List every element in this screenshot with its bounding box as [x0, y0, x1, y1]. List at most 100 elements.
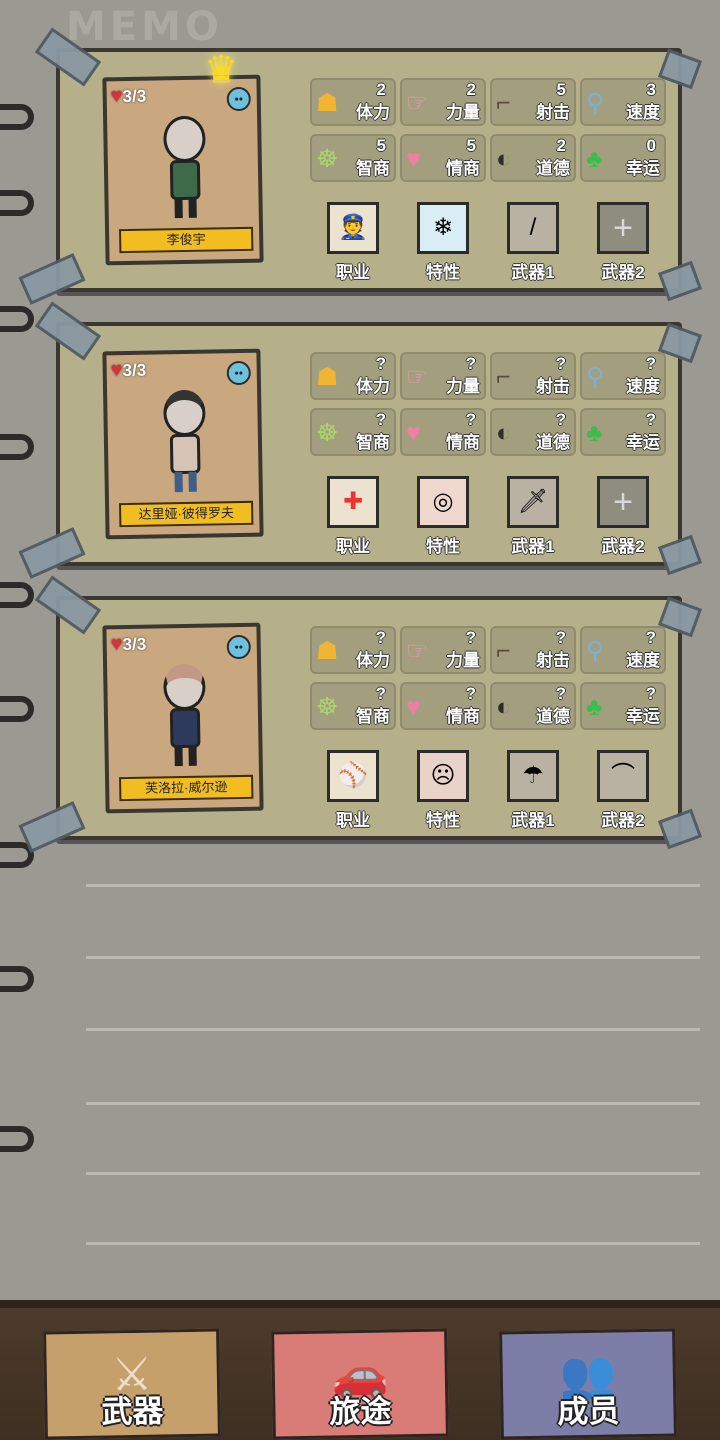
clover-icon: ♣ [586, 145, 603, 173]
memo-title: MEMO [66, 4, 223, 50]
police-officer-icon[interactable]: 👮 [327, 202, 379, 254]
pistol-icon: ⌐ [496, 89, 511, 117]
stat-morality: ◐? 道德 [490, 408, 576, 456]
ruled-line [86, 1028, 700, 1031]
heart-head-icon: ♥ [406, 419, 421, 447]
pistol-icon: ⌐ [496, 637, 511, 665]
muscle-man-icon: ☗ [316, 89, 339, 117]
stat-luck: ♣? 幸运 [580, 408, 666, 456]
stat-eq: ♥? 情商 [400, 408, 486, 456]
slot-occupation[interactable]: ✚ 职业 [310, 476, 396, 556]
umbrella-icon[interactable]: ☂ [507, 750, 559, 802]
heart-icon: ♥ [110, 359, 123, 382]
flexed-arm-icon: ☞ [406, 637, 429, 665]
nav-journey-button[interactable]: 🚗 旅途 [271, 1328, 449, 1440]
knife-icon[interactable]: 🗡 [507, 476, 559, 528]
baseball-player-icon[interactable]: ⚾ [327, 750, 379, 802]
leader-crown-icon: ♛ [203, 49, 239, 92]
ruled-line [86, 1242, 700, 1245]
ruled-line [86, 1102, 700, 1105]
half-mask-icon: ◐ [496, 693, 512, 721]
slot-weapon-2[interactable]: ⌒ 武器2 [580, 750, 666, 830]
health-indicator: ♥3/3 [111, 359, 147, 383]
slot-occupation[interactable]: 👮 职业 [310, 202, 396, 282]
winged-boot-icon: ⚲ [586, 89, 605, 117]
health-indicator: ♥3/3 [111, 633, 147, 657]
stat-speed: ⚲? 速度 [580, 626, 666, 674]
stat-speed: ⚲ 3 速度 [580, 78, 666, 126]
stat-eq: ♥ 5 情商 [400, 134, 486, 182]
frozen-person-icon[interactable]: ❄ [417, 202, 469, 254]
stat-speed: ⚲? 速度 [580, 352, 666, 400]
heart-icon: ♥ [110, 633, 123, 656]
slot-weapon-1[interactable]: ☂ 武器1 [490, 750, 576, 830]
nav-members-button[interactable]: 👥 成员 [499, 1328, 677, 1440]
stat-morality: ◐? 道德 [490, 682, 576, 730]
angry-fat-person-icon[interactable]: ☹ [417, 750, 469, 802]
ruled-line [86, 956, 700, 959]
hypnotized-person-icon[interactable]: ◎ [417, 476, 469, 528]
stat-stamina: ☗ 2 体力 [310, 78, 396, 126]
member-name: 李俊宇 [119, 226, 254, 254]
member-card[interactable]: ♥3/3 •• 芙洛拉·威尔逊 ☗? 体力 ☞? 力量 ⌐? 射击 ⚲? 速度 ☸? 智商… [18, 575, 703, 853]
add-icon[interactable]: + [597, 202, 649, 254]
ruled-line [86, 1172, 700, 1175]
member-portrait[interactable]: ♥3/3 •• 芙洛拉·威尔逊 [102, 622, 264, 814]
binder-ring [0, 104, 34, 130]
muscle-man-icon: ☗ [316, 637, 339, 665]
flexed-arm-icon: ☞ [406, 89, 429, 117]
slot-weapon-2[interactable]: + 武器2 [580, 202, 666, 282]
half-mask-icon: ◐ [496, 419, 512, 447]
slot-trait[interactable]: ☹ 特性 [400, 750, 486, 830]
sad-face-icon: •• [226, 634, 251, 660]
neutral-face-icon: •• [226, 86, 251, 112]
muscle-man-icon: ☗ [316, 363, 339, 391]
equipment-slots: ✚ 职业 ◎ 特性 🗡 武器1 + 武器2 [310, 476, 666, 556]
stat-luck: ♣ 0 幸运 [580, 134, 666, 182]
binder-ring [0, 696, 34, 722]
equipment-slots: 👮 职业 ❄ 特性 / 武器1 + 武器2 [310, 202, 666, 282]
slot-occupation[interactable]: ⚾ 职业 [310, 750, 396, 830]
binder-ring [0, 190, 34, 216]
binder-ring [0, 306, 34, 332]
slot-weapon-1[interactable]: 🗡 武器1 [490, 476, 576, 556]
crowbar-icon[interactable]: ⌒ [597, 750, 649, 802]
slot-weapon-2[interactable]: + 武器2 [580, 476, 666, 556]
stat-stamina: ☗? 体力 [310, 626, 396, 674]
add-icon[interactable]: + [597, 476, 649, 528]
stat-iq: ☸? 智商 [310, 682, 396, 730]
baseball-bat-icon[interactable]: / [507, 202, 559, 254]
stats-grid: ☗? 体力 ☞? 力量 ⌐? 射击 ⚲? 速度 ☸? 智商 ♥? 情商 ◐? 道德 ♣? 幸运 [310, 352, 666, 456]
equipment-slots: ⚾ 职业 ☹ 特性 ☂ 武器1 ⌒ 武器2 [310, 750, 666, 830]
stat-shooting: ⌐? 射击 [490, 626, 576, 674]
binder-ring [0, 582, 34, 608]
doctor-icon[interactable]: ✚ [327, 476, 379, 528]
half-mask-icon: ◐ [496, 145, 512, 173]
health-indicator: ♥3/3 [111, 85, 147, 109]
sad-face-icon: •• [226, 360, 251, 386]
flexed-arm-icon: ☞ [406, 363, 429, 391]
heart-icon: ♥ [110, 85, 123, 108]
slot-trait[interactable]: ❄ 特性 [400, 202, 486, 282]
member-card[interactable]: ♛ ♥3/3 •• 李俊宇 ☗ 2 体力 ☞ 2 力量 ⌐ 5 射击 ⚲ 3 速度 ☸ 5 智商 ♥… [18, 27, 703, 305]
ruled-line [86, 884, 700, 887]
member-name: 达里娅·彼得罗夫 [119, 500, 254, 528]
stats-grid: ☗ 2 体力 ☞ 2 力量 ⌐ 5 射击 ⚲ 3 速度 ☸ 5 智商 ♥ 5 情商 ◐ 2 道德 ♣ 0 幸运 [310, 78, 666, 182]
character-figure [151, 663, 219, 770]
stat-iq: ☸ 5 智商 [310, 134, 396, 182]
pistol-icon: ⌐ [496, 363, 511, 391]
brain-icon: ☸ [316, 693, 339, 721]
hp-value: 3/3 [122, 86, 147, 107]
member-portrait[interactable]: ♥3/3 •• 达里娅·彼得罗夫 [102, 348, 264, 540]
slot-trait[interactable]: ◎ 特性 [400, 476, 486, 556]
member-card[interactable]: ♥3/3 •• 达里娅·彼得罗夫 ☗? 体力 ☞? 力量 ⌐? 射击 ⚲? 速度 ☸? 智… [18, 301, 703, 579]
slot-weapon-1[interactable]: / 武器1 [490, 202, 576, 282]
nav-weapons-button[interactable]: ⚔ 武器 [43, 1328, 221, 1440]
brain-icon: ☸ [316, 145, 339, 173]
member-name: 芙洛拉·威尔逊 [119, 774, 254, 802]
heart-head-icon: ♥ [406, 693, 421, 721]
member-portrait[interactable]: ♛ ♥3/3 •• 李俊宇 [102, 49, 264, 266]
stat-luck: ♣? 幸运 [580, 682, 666, 730]
bottom-nav-bar: ⚔ 武器 🚗 旅途 👥 成员 [0, 1300, 720, 1440]
stat-shooting: ⌐ 5 射击 [490, 78, 576, 126]
